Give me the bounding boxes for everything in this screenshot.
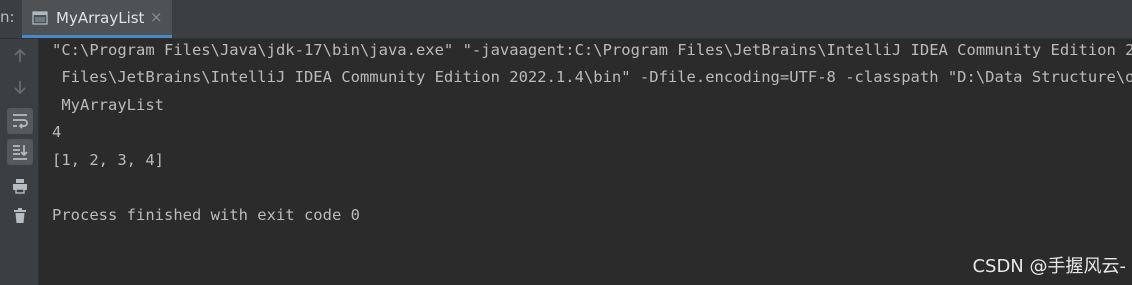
run-tab-bar: n: MyArrayList × [0,0,1132,39]
watermark: CSDN @手握风云- [972,256,1126,277]
soft-wrap-button[interactable] [7,108,33,134]
console-line: Process finished with exit code 0 [52,206,360,224]
trash-icon [14,208,26,223]
scroll-to-end-button[interactable] [7,139,33,165]
arrow-down-icon [14,81,26,95]
console-line: MyArrayList [52,96,164,114]
clear-button[interactable] [7,203,33,229]
scroll-to-end-icon [13,145,28,160]
console-line: [1, 2, 3, 4] [52,151,164,169]
up-button[interactable] [7,43,33,69]
console-output[interactable]: "C:\Program Files\Java\jdk-17\bin\java.e… [40,39,1132,285]
console-line: "C:\Program Files\Java\jdk-17\bin\java.e… [52,41,1132,59]
console-line: 4 [52,123,62,141]
print-icon [13,179,27,194]
console-line: Files\JetBrains\IntelliJ IDEA Community … [61,68,1132,86]
print-button[interactable] [7,173,33,199]
console-toolbar [0,39,39,285]
run-tool-window: n: MyArrayList × "C:\Program Files\Java\… [0,0,1132,285]
close-icon[interactable]: × [150,10,163,25]
arrow-up-icon [14,48,26,62]
soft-wrap-icon [13,114,28,129]
console-icon [32,10,48,26]
tab-label: MyArrayList [56,9,145,27]
down-button[interactable] [7,74,33,100]
run-label: n: [0,8,15,26]
